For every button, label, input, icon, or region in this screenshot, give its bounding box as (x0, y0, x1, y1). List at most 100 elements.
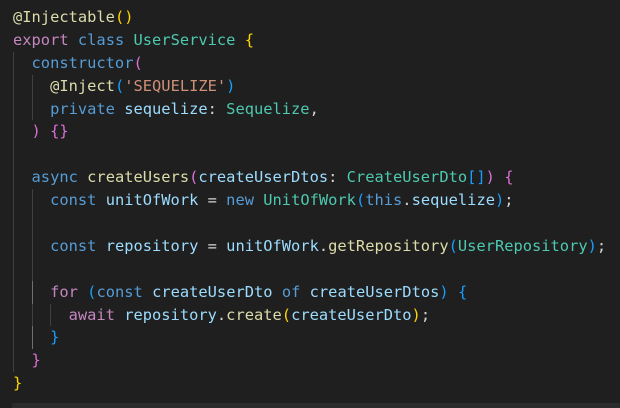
code-line[interactable] (13, 143, 606, 167)
code-token: for (50, 282, 78, 301)
code-token: ) (485, 168, 495, 187)
code-line[interactable]: for (const createUserDto of createUserDt… (13, 280, 606, 304)
code-line[interactable]: await repository.create(createUserDto); (13, 303, 606, 327)
code-token: private (50, 99, 115, 118)
code-token: ( (355, 191, 366, 210)
code-line[interactable]: @Inject('SEQUELIZE') (13, 74, 606, 98)
code-token: { (244, 30, 255, 49)
code-token: = (198, 191, 227, 210)
code-token: . (402, 191, 412, 210)
code-line[interactable]: private sequelize: Sequelize, (13, 97, 606, 121)
code-token: ) (494, 191, 505, 210)
code-line[interactable]: } (13, 326, 606, 350)
code-line[interactable]: const unitOfWork = new UnitOfWork(this.s… (13, 189, 606, 213)
code-line[interactable]: @Injectable() (13, 6, 606, 29)
code-token: {} (50, 122, 69, 141)
code-token: async (31, 168, 78, 187)
code-token: sequelize (411, 191, 495, 210)
indent-guide (31, 326, 51, 350)
code-token: = (198, 236, 227, 255)
code-line[interactable] (13, 257, 606, 281)
code-token: . (318, 236, 329, 255)
code-token: UserRepository (457, 236, 588, 255)
code-token: createUserDtos (198, 168, 329, 187)
code-token: , (309, 99, 319, 118)
indent-guide (31, 280, 51, 304)
code-token: createUsers (87, 168, 190, 187)
code-line[interactable]: const repository = unitOfWork.getReposit… (13, 234, 607, 258)
indent-guide (31, 234, 51, 258)
code-token: ( (189, 168, 199, 187)
code-token: createUserDtos (309, 282, 440, 301)
indent-guide (13, 74, 32, 98)
code-line[interactable]: async createUsers(createUserDtos: Create… (13, 166, 606, 190)
code-token: : (328, 168, 347, 187)
indent-guide (13, 326, 32, 350)
code-token: ( (114, 8, 125, 26)
code-editor[interactable]: @Injectable() export class UserService {c… (13, 6, 606, 395)
code-token: } (31, 351, 41, 370)
code-token: { (504, 168, 514, 187)
indent-guide (13, 280, 32, 304)
horizontal-scrollbar[interactable] (12, 403, 620, 408)
code-token: { (457, 282, 468, 301)
code-token: const (50, 236, 97, 255)
code-line[interactable]: ) {} (13, 120, 606, 144)
code-token: const (50, 191, 97, 210)
code-token: CreateUserDto (346, 168, 468, 187)
code-line[interactable]: } (13, 372, 606, 395)
indent-guide (31, 74, 51, 98)
code-token: ) (439, 282, 449, 301)
code-token: @ (50, 76, 60, 95)
code-token: UnitOfWork (263, 191, 356, 210)
code-line[interactable] (13, 212, 606, 235)
code-token: ; (504, 191, 514, 210)
code-line[interactable]: constructor( (13, 51, 606, 75)
code-token: repository (105, 236, 199, 255)
indent-guide (31, 257, 51, 281)
indent-guide (31, 97, 51, 121)
code-token: constructor (31, 53, 134, 72)
indent-guide (13, 166, 32, 190)
code-token: UserService (133, 30, 236, 49)
code-token: class (77, 30, 125, 49)
indent-guide (13, 97, 32, 121)
indent-guide (50, 303, 69, 327)
code-token: ) (587, 236, 597, 255)
code-token: [] (467, 168, 486, 187)
code-token: } (50, 328, 60, 347)
code-token: ; (596, 236, 607, 255)
code-token: this (365, 191, 403, 210)
code-token: Inject (59, 76, 115, 95)
code-token: ( (281, 305, 292, 324)
code-token: Sequelize (226, 99, 310, 118)
code-token: ( (114, 76, 125, 95)
indent-guide (13, 257, 32, 281)
code-line[interactable]: export class UserService { (13, 29, 606, 52)
code-token: getRepository (328, 236, 449, 255)
code-token: @ (13, 8, 23, 26)
indent-guide (13, 189, 32, 213)
code-line[interactable]: } (13, 349, 606, 373)
code-token: of (281, 282, 301, 301)
indent-guide (13, 349, 32, 373)
code-token: ) (411, 305, 421, 324)
code-token: Injectable (22, 8, 115, 26)
code-token: ; (420, 305, 431, 324)
code-token: . (216, 305, 227, 324)
indent-guide (13, 120, 32, 144)
code-token: repository (124, 305, 217, 324)
